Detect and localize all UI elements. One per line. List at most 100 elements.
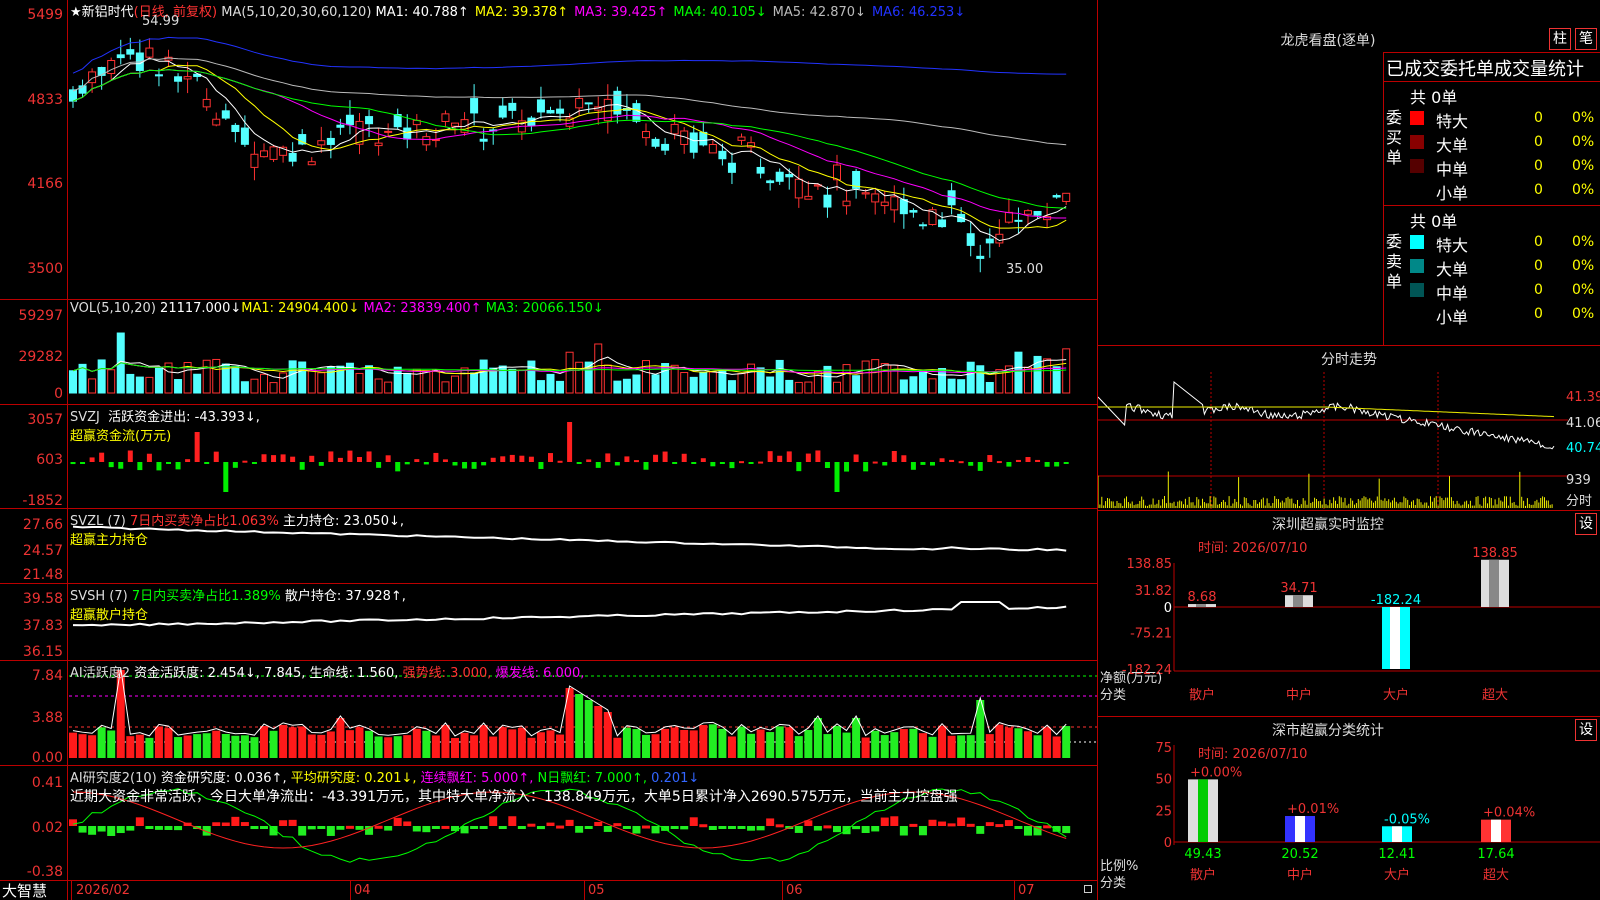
flow-bar: [815, 450, 821, 462]
category-label: 超大: [1482, 688, 1508, 703]
flow-bar: [987, 455, 993, 462]
candle: [260, 150, 268, 158]
research-bar: [212, 822, 221, 826]
flow-bar: [681, 453, 687, 462]
activity-bar: [775, 726, 784, 758]
research-bar: [670, 826, 679, 829]
row-count: 0: [1534, 134, 1543, 150]
vol-bar: [689, 376, 698, 394]
activity-bar: [460, 732, 469, 758]
research-bar: [603, 826, 612, 832]
vol-bar: [899, 379, 908, 394]
research-bar: [833, 826, 841, 833]
activity-bar: [823, 734, 832, 758]
svsh-desc2: 散户持仓: 37.928↑,: [284, 589, 406, 604]
research-bar: [584, 826, 593, 829]
flow-bar: [337, 457, 343, 462]
research-bar: [288, 819, 297, 826]
y-label: 7.84: [31, 668, 63, 684]
research-bar: [737, 826, 746, 829]
activity-bar: [403, 735, 412, 758]
vol-bar: [441, 381, 450, 394]
flow-bar: [108, 462, 114, 468]
intraday-chart[interactable]: [1098, 372, 1568, 509]
bar-shade: [1293, 595, 1303, 607]
research-bar: [642, 825, 650, 829]
lock-icon[interactable]: [1084, 885, 1092, 893]
flow-bar: [949, 459, 955, 462]
research-bar: [813, 826, 822, 831]
intraday-panel[interactable]: 分时走势 41.39 41.06 40.74 939 分时: [1098, 345, 1600, 510]
brand-label: 大智慧: [0, 881, 68, 900]
y-label: 24.57: [22, 543, 63, 559]
activity-bar: [451, 737, 459, 758]
candle: [689, 132, 698, 153]
lhb-title: 龙虎看盘(逐单): [1280, 33, 1376, 49]
activity-bar: [737, 726, 746, 758]
activity-bar: [794, 736, 803, 758]
svsh-y-axis: 39.58 37.83 36.15: [0, 584, 68, 660]
vol-bar: [813, 371, 822, 394]
research-bar: [298, 826, 307, 836]
class-chart[interactable]: 75 50 25 0 +0.00% 49.43 散户 +0.01% 20.52 中户 -0.05% 1…: [1098, 717, 1600, 900]
ai-research-pane[interactable]: 0.41 0.02 -0.38 AI研究度2(10) 资金研究度: 0.036↑…: [0, 765, 1097, 880]
activity-bar: [1033, 735, 1042, 758]
activity-bar: [202, 733, 211, 758]
activity-bar: [221, 734, 230, 758]
kline-header: ★新铝时代(日线, 前复权) MA(5,10,20,30,60,120) MA1…: [70, 1, 971, 20]
research-bar: [594, 821, 603, 826]
candle: [1004, 211, 1013, 223]
svsh-pane[interactable]: 39.58 37.83 36.15 SVSH (7) 7日内买卖净占比1.389…: [0, 583, 1097, 660]
vol-label: 939: [1566, 473, 1591, 488]
activity-bar: [880, 735, 889, 758]
activity-bar: [670, 727, 679, 758]
flow-bar: [280, 454, 286, 462]
flow-bar: [882, 462, 888, 466]
candle: [288, 152, 297, 162]
y-label: 39.58: [22, 591, 63, 607]
y-label: 0: [1164, 836, 1172, 851]
bar-mode-button[interactable]: 柱: [1549, 28, 1571, 50]
vol-bar: [852, 375, 861, 394]
row-count: 0: [1534, 234, 1543, 250]
flow-bar: [662, 451, 668, 462]
low-mark: 35.00: [1006, 262, 1044, 277]
svzl-sub: 超赢主力持仓: [70, 533, 149, 548]
ma-value-6: MA6: 46.253↓: [871, 5, 966, 20]
activity-bar: [756, 729, 765, 758]
kline-chart[interactable]: [69, 0, 1097, 299]
flow-bar: [576, 462, 582, 464]
tick-mode-button[interactable]: 笔: [1575, 28, 1597, 50]
row-pct: 0%: [1572, 306, 1595, 322]
vol-ma3: MA3: 20066.150↓: [485, 301, 604, 316]
svzl-pane[interactable]: 27.66 24.57 21.48 SVZL (7) 7日内买卖净占比1.063…: [0, 508, 1097, 583]
activity-bar: [88, 735, 97, 758]
candle: [756, 166, 765, 174]
flow-bar: [89, 457, 95, 462]
candle: [890, 196, 899, 211]
activity-bar: [718, 728, 727, 758]
vol-pane[interactable]: 59297 29282 0 VOL(5,10,20) 21117.000↓MA1…: [0, 299, 1097, 404]
star-icon[interactable]: ★: [70, 5, 82, 20]
svzj-pane[interactable]: 3057 603 -1852 SVZJ 活跃资金进出: -43.393↓, 超赢…: [0, 404, 1097, 509]
data-label: -182.24: [1371, 593, 1421, 608]
flow-bar: [99, 452, 105, 462]
vol-bar: [307, 368, 316, 394]
ai-activity-pane[interactable]: 7.84 3.88 0.00 AI活跃度2 资金活跃度: 2.454↓, 7.8…: [0, 660, 1097, 766]
kline-pane[interactable]: 5499 4833 4166 3500 ★新铝时代(日线, 前复权) MA(5,…: [0, 0, 1097, 299]
candle: [785, 174, 794, 178]
vol-bar: [966, 361, 975, 394]
high-mark: 54.99: [142, 14, 180, 29]
research-bar: [97, 826, 106, 832]
activity-bar: [164, 728, 173, 758]
activity-bar: [957, 735, 966, 758]
activity-bar: [470, 735, 479, 758]
flow-bar: [347, 450, 353, 462]
vol-bar: [202, 359, 211, 394]
candle: [584, 102, 593, 105]
monitor-chart[interactable]: 138.8531.820-75.21-182.248.68散户34.71中户-1…: [1098, 511, 1600, 717]
activity-bar: [727, 736, 736, 758]
vol-bar: [737, 373, 746, 394]
vol-bar: [269, 382, 278, 394]
y-label: 3057: [27, 412, 63, 428]
